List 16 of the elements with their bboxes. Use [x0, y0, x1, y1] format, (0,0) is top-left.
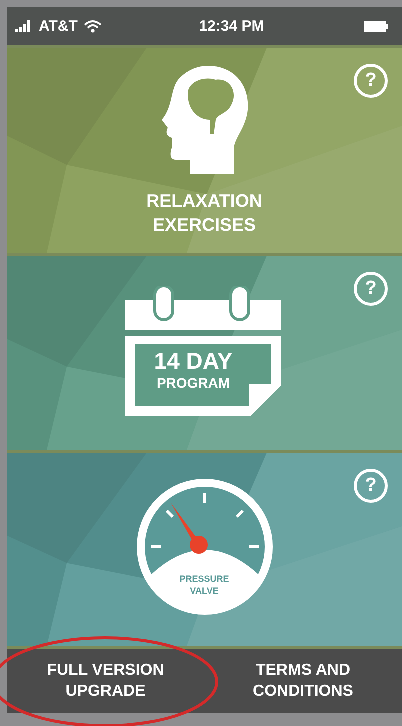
- battery-icon: [364, 20, 388, 32]
- menu-tile[interactable]: ? RELAXATION EXERCISES: [7, 48, 402, 253]
- signal-icon: [15, 20, 33, 32]
- carrier-name: AT&T: [39, 18, 78, 34]
- help-icon[interactable]: ?: [354, 64, 388, 98]
- gauge-caption: PRESSURE VALVE: [178, 573, 230, 597]
- status-time: 12:34 PM: [198, 18, 266, 34]
- help-icon[interactable]: ?: [354, 272, 388, 306]
- tile-label: RELAXATION EXERCISES: [146, 190, 262, 237]
- wifi-icon: [84, 20, 102, 32]
- help-icon[interactable]: ?: [354, 469, 388, 503]
- menu-tile[interactable]: ? PRESSURE VALVE: [7, 453, 402, 646]
- calendar-day-count: 14 DAY: [154, 348, 233, 374]
- calendar-caption: PROGRAM: [156, 374, 230, 392]
- menu-tile[interactable]: ? 14 DAY PROGRAM: [7, 256, 402, 450]
- head-brain-icon: [160, 64, 250, 174]
